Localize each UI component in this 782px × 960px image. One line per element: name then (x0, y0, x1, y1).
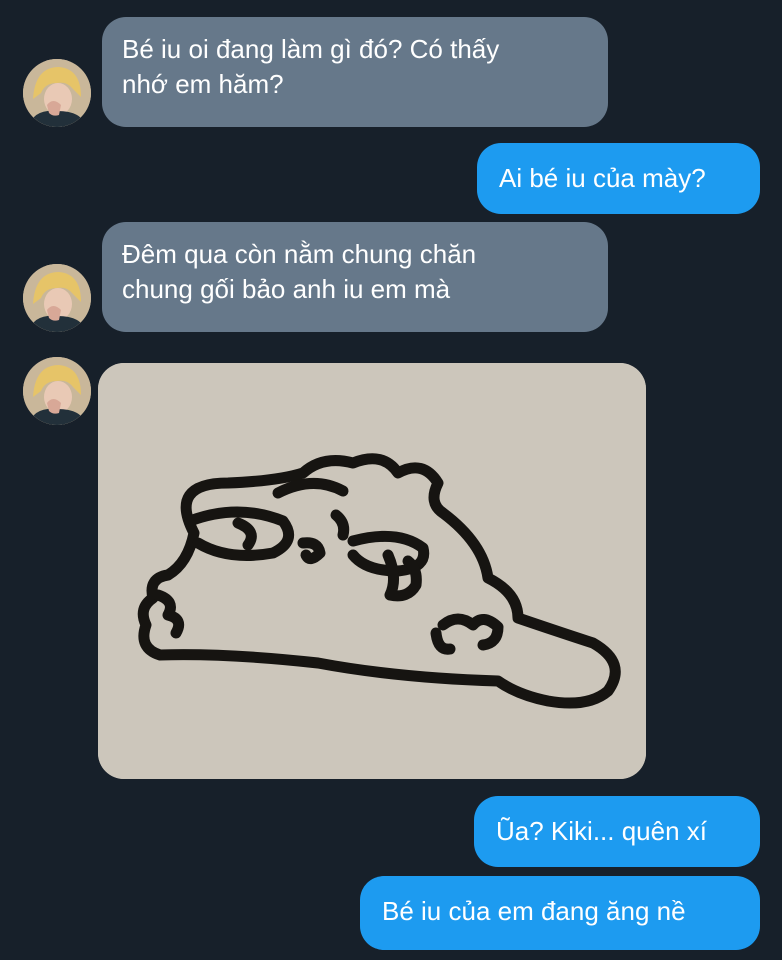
incoming-message: Đêm qua còn nằm chung chăn chung gối bảo… (102, 222, 608, 332)
outgoing-message: Bé iu của em đang ăng nề (360, 876, 760, 950)
outgoing-message: Ũa? Kiki... quên xí (474, 796, 760, 867)
user-avatar-icon (23, 357, 91, 425)
sticker-image[interactable] (98, 363, 646, 779)
user-avatar-icon (23, 59, 91, 127)
user-avatar-icon (23, 264, 91, 332)
sender-avatar[interactable] (23, 357, 91, 425)
outgoing-message: Ai bé iu của mày? (477, 143, 760, 214)
incoming-message: Bé iu oi đang làm gì đó? Có thấy nhớ em … (102, 17, 608, 127)
crying-blob-sticker (98, 363, 646, 779)
sender-avatar[interactable] (23, 264, 91, 332)
sender-avatar[interactable] (23, 59, 91, 127)
